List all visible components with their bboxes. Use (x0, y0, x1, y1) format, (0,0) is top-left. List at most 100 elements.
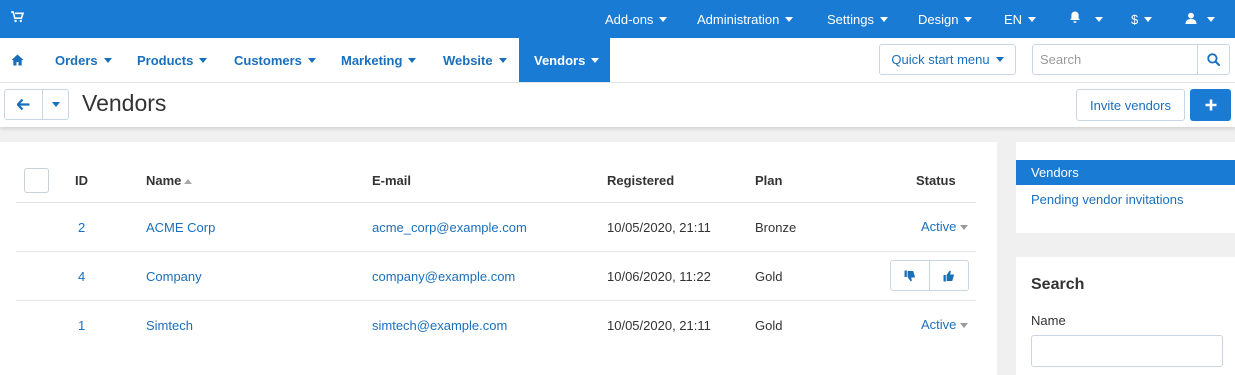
sidebar-search-panel: Search Name (1016, 257, 1235, 375)
menu-design[interactable]: Design (918, 0, 973, 38)
chevron-down-icon (591, 57, 600, 63)
vendor-id[interactable]: 2 (78, 220, 85, 235)
nav-marketing-label: Marketing (341, 52, 403, 68)
chevron-down-icon (1207, 16, 1215, 22)
vendor-email[interactable]: simtech@example.com (372, 318, 507, 333)
search-icon (1207, 53, 1220, 66)
menu-administration[interactable]: Administration (697, 0, 794, 38)
thumbs-down-icon (904, 270, 915, 281)
chevron-down-icon (960, 323, 969, 329)
menu-notifications[interactable] (1069, 0, 1103, 38)
chevron-down-icon (199, 57, 208, 63)
nav-website[interactable]: Website (443, 38, 507, 82)
thumbs-up-icon (943, 270, 954, 281)
menu-administration-label: Administration (697, 11, 780, 27)
column-header-name-label: Name (146, 173, 182, 188)
chevron-down-icon (659, 16, 668, 22)
chevron-down-icon (964, 16, 973, 22)
name-search-field[interactable] (1031, 335, 1223, 367)
row-divider (16, 300, 976, 301)
chevron-down-icon (1144, 16, 1153, 22)
vendor-name[interactable]: Company (146, 269, 202, 284)
sort-ascending-icon (184, 179, 193, 185)
invite-vendors-button[interactable]: Invite vendors (1076, 89, 1185, 121)
sidebar-navigation: Vendors Pending vendor invitations (1016, 142, 1235, 233)
nav-website-label: Website (443, 52, 493, 68)
page-title: Vendors (82, 90, 167, 116)
main-nav: Orders Products Customers Marketing Webs… (0, 38, 1235, 83)
vendor-status-dropdown[interactable]: Active (921, 219, 969, 234)
menu-user[interactable] (1185, 0, 1215, 38)
column-header-name[interactable]: Name (146, 173, 193, 188)
approve-button[interactable] (929, 260, 969, 291)
menu-language-label: EN (1004, 11, 1023, 27)
column-header-email[interactable]: E-mail (372, 173, 411, 188)
quick-start-label: Quick start menu (891, 52, 990, 67)
name-field-label: Name (1031, 313, 1066, 328)
vendor-plan: Gold (755, 318, 783, 333)
vendor-email[interactable]: acme_corp@example.com (372, 220, 527, 235)
nav-marketing[interactable]: Marketing (341, 38, 417, 82)
vendor-registered: 10/05/2020, 21:11 (607, 220, 711, 235)
vendor-status-label: Active (921, 317, 957, 332)
bell-icon (1069, 11, 1081, 27)
nav-vendors[interactable]: Vendors (519, 38, 610, 82)
column-header-id[interactable]: ID (75, 173, 88, 188)
disapprove-button[interactable] (890, 260, 930, 291)
arrow-left-icon (17, 99, 30, 110)
search-panel-title: Search (1031, 276, 1085, 293)
chevron-down-icon (51, 102, 60, 107)
chevron-down-icon (960, 225, 969, 231)
quick-start-menu-button[interactable]: Quick start menu (879, 44, 1016, 75)
cart-icon[interactable] (11, 11, 25, 26)
column-header-registered[interactable]: Registered (607, 173, 674, 188)
chevron-down-icon (1028, 16, 1037, 22)
chevron-down-icon (498, 57, 507, 63)
home-icon[interactable] (11, 38, 24, 82)
chevron-down-icon (1095, 16, 1103, 22)
menu-currency[interactable]: $ (1131, 0, 1153, 38)
title-bar: Vendors Invite vendors (0, 83, 1235, 127)
menu-addons[interactable]: Add-ons (605, 0, 668, 38)
vendor-status-dropdown[interactable]: Active (921, 317, 969, 332)
sidebar-item-vendors[interactable]: Vendors (1016, 160, 1235, 185)
vendor-plan: Bronze (755, 220, 797, 235)
nav-orders[interactable]: Orders (55, 38, 112, 82)
search-box (1032, 44, 1230, 75)
plus-icon (1205, 99, 1216, 111)
chevron-down-icon (408, 57, 417, 63)
chevron-down-icon (995, 57, 1004, 62)
menu-settings[interactable]: Settings (827, 0, 888, 38)
vendor-id[interactable]: 4 (78, 269, 85, 284)
vendor-name[interactable]: ACME Corp (146, 220, 215, 235)
column-header-plan[interactable]: Plan (755, 173, 782, 188)
menu-currency-label: $ (1131, 11, 1139, 27)
menu-addons-label: Add-ons (605, 11, 654, 27)
nav-products[interactable]: Products (137, 38, 208, 82)
vendor-registered: 10/05/2020, 21:11 (607, 318, 711, 333)
row-divider (16, 251, 976, 252)
menu-language[interactable]: EN (1004, 0, 1037, 38)
nav-vendors-label: Vendors (534, 52, 586, 68)
vendor-id[interactable]: 1 (78, 318, 85, 333)
vendor-status-label: Active (921, 219, 957, 234)
vendor-registered: 10/06/2020, 11:22 (607, 269, 711, 284)
chevron-down-icon (307, 57, 316, 63)
row-divider (16, 202, 976, 203)
nav-orders-label: Orders (55, 52, 98, 68)
chevron-down-icon (785, 16, 794, 22)
back-dropdown-button[interactable] (42, 89, 69, 120)
chevron-down-icon (103, 57, 112, 63)
sidebar-item-pending-invitations[interactable]: Pending vendor invitations (1016, 187, 1235, 212)
nav-customers-label: Customers (234, 52, 302, 68)
back-button[interactable] (4, 89, 43, 120)
nav-customers[interactable]: Customers (234, 38, 316, 82)
search-input[interactable] (1033, 45, 1197, 74)
vendor-email[interactable]: company@example.com (372, 269, 515, 284)
vendors-table-panel: ID Name E-mail Registered Plan Status 2 … (0, 142, 997, 375)
search-button[interactable] (1197, 45, 1229, 74)
add-vendor-button[interactable] (1190, 89, 1231, 121)
select-all-checkbox[interactable] (24, 168, 49, 193)
nav-products-label: Products (137, 52, 194, 68)
vendor-name[interactable]: Simtech (146, 318, 193, 333)
